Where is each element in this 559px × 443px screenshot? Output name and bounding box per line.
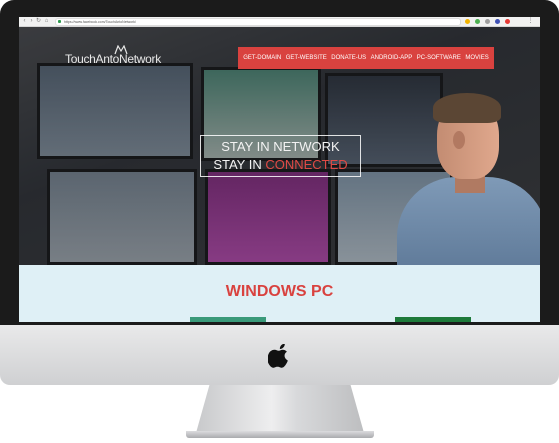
menu-item-pc-software[interactable]: PC-SOFTWARE <box>417 55 461 61</box>
hero-tagline: STAY IN NETWORK STAY IN CONNECTED <box>200 135 361 177</box>
imac-stand-base <box>186 431 374 438</box>
screen: ‹ › ↻ ⌂ https://www.facebook.com/TouchAn… <box>19 17 540 322</box>
site-logo[interactable]: TouchAntoNetwork <box>65 45 165 67</box>
main-menu: GET-DOMAIN GET-WEBSITE DONATE-US ANDROID… <box>238 47 494 69</box>
extension-icon[interactable] <box>505 19 510 24</box>
tagline-line-2: STAY IN CONNECTED <box>201 157 360 173</box>
imac-stand <box>196 385 364 433</box>
menu-item-get-website[interactable]: GET-WEBSITE <box>286 55 327 61</box>
windows-pc-section: WINDOWS PC <box>19 265 540 322</box>
home-icon[interactable]: ⌂ <box>43 17 50 26</box>
person-image <box>433 93 501 123</box>
menu-item-donate-us[interactable]: DONATE-US <box>331 55 366 61</box>
extension-icon[interactable] <box>485 19 490 24</box>
menu-dots-icon[interactable]: ⋮ <box>527 17 534 26</box>
address-url: https://www.facebook.com/TouchAntoNetwor… <box>64 20 136 24</box>
address-bar[interactable]: https://www.facebook.com/TouchAntoNetwor… <box>55 18 461 26</box>
menu-item-movies[interactable]: MOVIES <box>465 55 488 61</box>
menu-item-get-domain[interactable]: GET-DOMAIN <box>243 55 281 61</box>
apple-logo-icon <box>268 344 288 368</box>
extension-icon[interactable] <box>465 19 470 24</box>
product-card[interactable] <box>395 317 471 322</box>
tagline-line-1: STAY IN NETWORK <box>221 139 340 154</box>
back-arrow-icon[interactable]: ‹ <box>21 17 28 26</box>
tagline-highlight: CONNECTED <box>265 157 348 172</box>
lock-icon <box>58 20 61 23</box>
extension-icon[interactable] <box>475 19 480 24</box>
person-image <box>453 131 465 149</box>
reload-icon[interactable]: ↻ <box>35 17 42 26</box>
product-card[interactable] <box>190 317 266 322</box>
extension-icon[interactable] <box>495 19 500 24</box>
logo-text: TouchAntoNetwork <box>65 52 161 66</box>
section-title: WINDOWS PC <box>225 283 334 300</box>
hero-banner: TouchAntoNetwork GET-DOMAIN GET-WEBSITE … <box>19 27 540 265</box>
browser-toolbar: ‹ › ↻ ⌂ https://www.facebook.com/TouchAn… <box>19 17 540 27</box>
menu-item-android-app[interactable]: ANDROID-APP <box>371 55 413 61</box>
tagline-prefix: STAY IN <box>213 157 266 172</box>
forward-arrow-icon[interactable]: › <box>28 17 35 26</box>
